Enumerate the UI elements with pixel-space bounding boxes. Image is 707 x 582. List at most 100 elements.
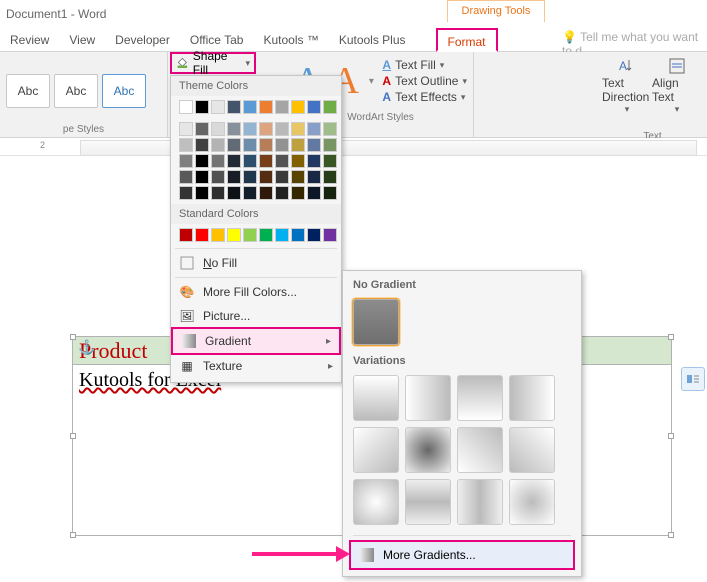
color-swatch[interactable] [259, 122, 273, 136]
color-swatch[interactable] [179, 186, 193, 200]
shape-fill-button[interactable]: Shape Fill ▾ [170, 52, 256, 74]
color-swatch[interactable] [211, 154, 225, 168]
text-direction-button[interactable]: A Text Direction▾ [602, 56, 652, 115]
color-swatch[interactable] [291, 170, 305, 184]
color-swatch[interactable] [195, 100, 209, 114]
color-swatch[interactable] [307, 170, 321, 184]
color-swatch[interactable] [259, 228, 273, 242]
gradient-variation[interactable] [353, 375, 399, 421]
color-swatch[interactable] [323, 138, 337, 152]
texture-fill-item[interactable]: ▦ Texture ▸ [171, 354, 341, 378]
color-swatch[interactable] [275, 138, 289, 152]
color-swatch[interactable] [227, 154, 241, 168]
text-fill-button[interactable]: AText Fill▾ [382, 58, 467, 72]
color-swatch[interactable] [259, 186, 273, 200]
tab-kutools[interactable]: Kutools ™ [253, 28, 328, 52]
color-swatch[interactable] [275, 228, 289, 242]
color-swatch[interactable] [211, 100, 225, 114]
color-swatch[interactable] [291, 122, 305, 136]
color-swatch[interactable] [211, 138, 225, 152]
shape-style-preset[interactable]: Abc [54, 74, 98, 108]
gradient-variation[interactable] [405, 479, 451, 525]
more-fill-colors-item[interactable]: 🎨 More Fill Colors... [171, 280, 341, 304]
tab-developer[interactable]: Developer [105, 28, 180, 52]
picture-fill-item[interactable]: 🖼 Picture... [171, 304, 341, 328]
color-swatch[interactable] [259, 138, 273, 152]
shape-style-preset[interactable]: Abc [6, 74, 50, 108]
tab-kutools-plus[interactable]: Kutools Plus [329, 28, 416, 52]
layout-options-button[interactable] [681, 367, 705, 391]
color-swatch[interactable] [227, 138, 241, 152]
color-swatch[interactable] [307, 100, 321, 114]
gradient-variation[interactable] [405, 375, 451, 421]
color-swatch[interactable] [323, 154, 337, 168]
color-swatch[interactable] [195, 154, 209, 168]
color-swatch[interactable] [195, 228, 209, 242]
color-swatch[interactable] [275, 122, 289, 136]
color-swatch[interactable] [227, 228, 241, 242]
color-swatch[interactable] [275, 170, 289, 184]
color-swatch[interactable] [275, 100, 289, 114]
color-swatch[interactable] [243, 170, 257, 184]
tab-review[interactable]: Review [0, 28, 59, 52]
color-swatch[interactable] [291, 228, 305, 242]
align-text-button[interactable]: Align Text▾ [652, 56, 702, 115]
text-outline-button[interactable]: AText Outline▾ [382, 74, 467, 88]
gradient-variation[interactable] [457, 375, 503, 421]
gallery-more-icon[interactable]: ▾ [369, 76, 374, 87]
resize-handle[interactable] [668, 433, 674, 439]
gradient-variation[interactable] [509, 479, 555, 525]
resize-handle[interactable] [70, 433, 76, 439]
color-swatch[interactable] [179, 154, 193, 168]
horizontal-ruler[interactable]: 2 [0, 138, 707, 156]
color-swatch[interactable] [259, 154, 273, 168]
gradient-variation[interactable] [509, 375, 555, 421]
color-swatch[interactable] [307, 186, 321, 200]
resize-handle[interactable] [70, 334, 76, 340]
text-effects-button[interactable]: AText Effects▾ [382, 90, 467, 104]
color-swatch[interactable] [307, 154, 321, 168]
tab-office-tab[interactable]: Office Tab [180, 28, 254, 52]
gradient-variation[interactable] [457, 479, 503, 525]
gradient-variation[interactable] [509, 427, 555, 473]
color-swatch[interactable] [211, 122, 225, 136]
color-swatch[interactable] [291, 186, 305, 200]
color-swatch[interactable] [259, 100, 273, 114]
color-swatch[interactable] [227, 122, 241, 136]
more-gradients-item[interactable]: More Gradients... [349, 540, 575, 570]
color-swatch[interactable] [243, 122, 257, 136]
gradient-variation[interactable] [353, 427, 399, 473]
color-swatch[interactable] [179, 170, 193, 184]
color-swatch[interactable] [243, 100, 257, 114]
color-swatch[interactable] [227, 100, 241, 114]
color-swatch[interactable] [323, 228, 337, 242]
color-swatch[interactable] [259, 170, 273, 184]
color-swatch[interactable] [195, 138, 209, 152]
tab-format[interactable]: Format [436, 28, 498, 52]
color-swatch[interactable] [291, 154, 305, 168]
gradient-variation[interactable] [457, 427, 503, 473]
color-swatch[interactable] [195, 122, 209, 136]
color-swatch[interactable] [291, 100, 305, 114]
color-swatch[interactable] [195, 186, 209, 200]
color-swatch[interactable] [227, 186, 241, 200]
color-swatch[interactable] [323, 170, 337, 184]
color-swatch[interactable] [211, 228, 225, 242]
gradient-fill-item[interactable]: Gradient ▸ [171, 327, 341, 355]
color-swatch[interactable] [211, 186, 225, 200]
resize-handle[interactable] [668, 532, 674, 538]
color-swatch[interactable] [307, 228, 321, 242]
color-swatch[interactable] [243, 154, 257, 168]
no-fill-item[interactable]: No Fill [171, 251, 341, 275]
resize-handle[interactable] [70, 532, 76, 538]
color-swatch[interactable] [307, 122, 321, 136]
shape-style-preset[interactable]: Abc [102, 74, 146, 108]
color-swatch[interactable] [323, 186, 337, 200]
color-swatch[interactable] [307, 138, 321, 152]
color-swatch[interactable] [227, 170, 241, 184]
color-swatch[interactable] [243, 228, 257, 242]
gradient-variation[interactable] [405, 427, 451, 473]
gradient-variation[interactable] [353, 479, 399, 525]
color-swatch[interactable] [211, 170, 225, 184]
color-swatch[interactable] [243, 138, 257, 152]
